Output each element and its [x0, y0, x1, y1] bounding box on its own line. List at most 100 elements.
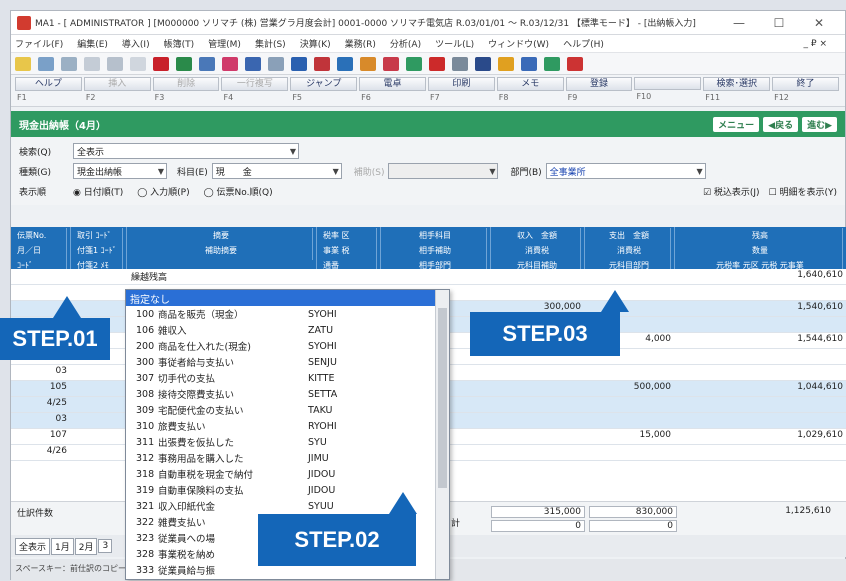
order-input-radio[interactable]: ◯ 入力順(P) — [137, 185, 189, 198]
search-select[interactable]: 全表示 ▼ — [73, 143, 299, 159]
menu-help[interactable]: ヘルプ(H) — [563, 37, 604, 50]
menu-analysis[interactable]: 分析(A) — [390, 37, 421, 50]
table-cell[interactable] — [491, 429, 585, 444]
menu-closing[interactable]: 決算(K) — [300, 37, 331, 50]
cut-icon[interactable] — [61, 56, 77, 71]
dropdown-scrollbar[interactable] — [435, 290, 449, 579]
table-cell[interactable] — [491, 285, 585, 300]
table-cell[interactable] — [585, 285, 675, 300]
calendar-icon[interactable] — [544, 56, 560, 71]
menu-books[interactable]: 帳簿(T) — [164, 37, 195, 50]
list-icon[interactable] — [406, 56, 422, 71]
print-icon[interactable] — [130, 56, 146, 71]
menu-window-controls[interactable]: _ ₽ × — [804, 39, 828, 49]
dropdown-header[interactable]: 指定なし — [126, 290, 449, 306]
copy-icon[interactable] — [84, 56, 100, 71]
order-voucher-radio[interactable]: ◯ 伝票No.順(Q) — [204, 185, 703, 198]
type-select[interactable]: 現金出納帳 ▼ — [73, 163, 167, 179]
table-cell[interactable] — [491, 269, 585, 284]
fkey-f1[interactable]: ヘルプ F1 — [15, 77, 82, 104]
fkey-f6[interactable]: 電卓 F6 — [359, 77, 426, 104]
doc-icon[interactable] — [337, 56, 353, 71]
table-cell[interactable]: 03 — [11, 413, 71, 428]
display-options[interactable]: ☑ 税込表示(J) ☐ 明細を表示(Y) — [703, 185, 837, 198]
calc-icon[interactable] — [291, 56, 307, 71]
menu-intro[interactable]: 導入(I) — [122, 37, 150, 50]
table-cell[interactable] — [71, 445, 127, 460]
fkey-f4[interactable]: 一行複写 F4 — [221, 77, 289, 104]
next-button[interactable]: 進む▶ — [802, 116, 837, 132]
new-icon[interactable] — [15, 56, 31, 71]
close-button[interactable]: ✕ — [799, 16, 839, 30]
table-cell[interactable] — [71, 397, 127, 412]
dropdown-item[interactable]: 311 出張費を仮払した SYU — [126, 434, 449, 450]
home-icon[interactable] — [567, 56, 583, 71]
table-cell[interactable]: 105 — [11, 381, 71, 396]
table-icon[interactable] — [245, 56, 261, 71]
menu-button[interactable]: メニュー — [713, 116, 760, 132]
user-icon[interactable] — [521, 56, 537, 71]
settings-icon[interactable] — [498, 56, 514, 71]
dropdown-item[interactable]: 318 自動車税を現金で納付 JIDOU — [126, 466, 449, 482]
back-button[interactable]: ◀戻る — [763, 116, 799, 132]
menu-file[interactable]: ファイル(F) — [15, 37, 63, 50]
tab-all[interactable]: 全表示 — [15, 537, 51, 555]
table-cell[interactable]: 1,044,610 — [675, 381, 846, 396]
dropdown-item[interactable]: 200 商品を仕入れた(現金) SYOHI — [126, 338, 449, 354]
table-cell[interactable] — [675, 365, 846, 380]
table-cell[interactable] — [585, 269, 675, 284]
table-cell[interactable]: 03 — [11, 365, 71, 380]
table-cell[interactable] — [491, 397, 585, 412]
table-cell[interactable]: 4/25 — [11, 397, 71, 412]
record-icon[interactable] — [153, 56, 169, 71]
table-cell[interactable]: 繰越残高 — [127, 269, 317, 284]
sub-select[interactable]: ▼ — [388, 163, 499, 179]
grid-icon[interactable] — [452, 56, 468, 71]
table-cell[interactable] — [381, 269, 491, 284]
tab-mar[interactable]: 3 — [98, 539, 113, 553]
table-cell[interactable] — [675, 285, 846, 300]
table-cell[interactable] — [675, 349, 846, 364]
open-icon[interactable] — [38, 56, 54, 71]
table-cell[interactable]: 15,000 — [585, 429, 675, 444]
fkey-f9[interactable]: 登録 F9 — [565, 77, 633, 104]
tax-icon[interactable] — [314, 56, 330, 71]
order-date-radio[interactable]: ◉ 日付順(T) — [73, 185, 123, 198]
fkey-f11[interactable]: 検索･選択 F11 — [703, 77, 771, 104]
dropdown-item[interactable]: 310 旅費支払い RYOHI — [126, 418, 449, 434]
fkey-f7[interactable]: 印刷 F7 — [427, 77, 495, 104]
stamp-icon[interactable] — [429, 56, 445, 71]
table-cell[interactable] — [491, 413, 585, 428]
menu-tools[interactable]: ツール(L) — [435, 37, 474, 50]
tab-feb[interactable]: 2月 — [74, 537, 98, 555]
table-cell[interactable]: 107 — [11, 429, 71, 444]
table-cell[interactable] — [585, 445, 675, 460]
table-cell[interactable] — [585, 413, 675, 428]
heart-icon[interactable] — [222, 56, 238, 71]
chart-icon[interactable] — [199, 56, 215, 71]
minus-icon[interactable] — [268, 56, 284, 71]
table-cell[interactable] — [585, 365, 675, 380]
fkey-f10[interactable]: F10 — [634, 77, 702, 104]
table-cell[interactable] — [71, 413, 127, 428]
paste-icon[interactable] — [107, 56, 123, 71]
book-icon[interactable] — [383, 56, 399, 71]
dropdown-item[interactable]: 106 雑収入 ZATU — [126, 322, 449, 338]
table-cell[interactable]: 4/26 — [11, 445, 71, 460]
fkey-f2[interactable]: 挿入 F2 — [83, 77, 151, 104]
table-cell[interactable] — [317, 269, 381, 284]
table-cell[interactable] — [675, 445, 846, 460]
menu-manage[interactable]: 管理(M) — [208, 37, 241, 50]
table-cell[interactable] — [11, 269, 71, 284]
dropdown-item[interactable]: 300 事従者給与支払い SENJU — [126, 354, 449, 370]
dropdown-item[interactable]: 100 商品を販売（現金） SYOHI — [126, 306, 449, 322]
table-cell[interactable]: 1,029,610 — [675, 429, 846, 444]
table-cell[interactable] — [491, 365, 585, 380]
dept-select[interactable]: 全事業所 ▼ — [545, 163, 706, 179]
menu-business[interactable]: 業務(R) — [345, 37, 376, 50]
save-icon[interactable] — [475, 56, 491, 71]
table-cell[interactable] — [491, 381, 585, 396]
dropdown-item[interactable]: 308 接待交際費支払い SETTA — [126, 386, 449, 402]
dropdown-item[interactable]: 309 宅配便代金の支払い TAKU — [126, 402, 449, 418]
maximize-button[interactable]: ☐ — [759, 16, 799, 30]
